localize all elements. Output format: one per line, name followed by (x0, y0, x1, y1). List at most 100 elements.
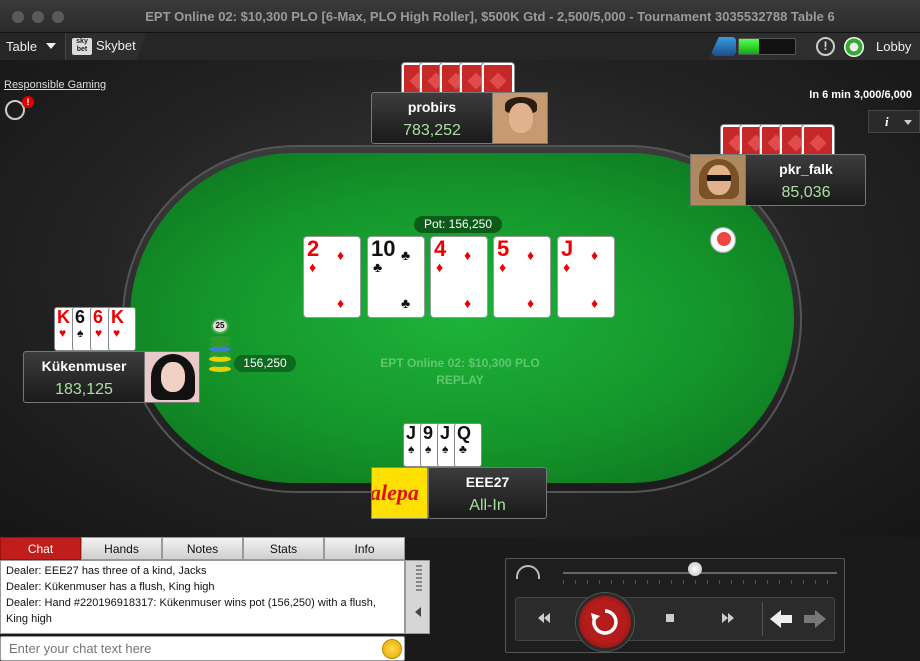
table-toolbar: Table sky bet Skybet ! Lobby (0, 33, 920, 60)
player-stack: 783,252 (403, 122, 461, 139)
board-card: 10 ♣ ♣ ♣ (367, 236, 425, 318)
card-rank: 2 (307, 236, 320, 261)
chat-message: Dealer: Hand #220196918317: Kükenmuser w… (6, 597, 376, 625)
card-rank: K (111, 307, 124, 327)
card-rank: J (440, 423, 451, 443)
replay-controls (505, 558, 845, 653)
board-card: 5 ♦ ♦ ♦ (493, 236, 551, 318)
card-pip: ♦ (337, 295, 345, 311)
chevron-down-icon (46, 43, 56, 49)
card-pip: ♦ (337, 247, 345, 263)
lobby-button[interactable]: Lobby (876, 39, 911, 54)
card-suit: ♠ (408, 442, 415, 456)
player-name: pkr_falk (779, 161, 833, 177)
window-titlebar: EPT Online 02: $10,300 PLO [6-Max, PLO H… (0, 0, 920, 33)
table-info-button[interactable]: i (868, 110, 920, 133)
seat-pkr-falk[interactable]: pkr_falk 85,036 (690, 154, 866, 206)
card-pip: ♦ (591, 295, 599, 311)
tab-info[interactable]: Info (324, 537, 405, 560)
info-icon: i (885, 114, 889, 129)
chat-input[interactable] (0, 636, 405, 661)
restart-icon (591, 609, 618, 635)
blind-level-info: In 6 min 3,000/6,000 (809, 89, 912, 101)
next-hand-button[interactable] (802, 598, 832, 640)
card-suit: ♥ (113, 326, 121, 340)
card-rank: 4 (434, 236, 447, 261)
chat-panel: Chat Hands Notes Stats Info Dealer: EEE27 ha… (0, 537, 430, 661)
card-pip: ♦ (527, 295, 535, 311)
watermark-subtitle: REPLAY (436, 373, 484, 387)
seat-info: Kükenmuser 183,125 (24, 352, 144, 402)
card-rank: 6 (75, 307, 86, 327)
pot-amount: Pot: 156,250 (414, 216, 502, 233)
rewind-icon (538, 613, 550, 623)
chat-message: Dealer: Kükenmuser has a flush, King hig… (6, 581, 215, 593)
notification-badge: ! (22, 96, 34, 108)
sunglasses-icon (707, 175, 731, 181)
responsible-gaming-link[interactable]: Responsible Gaming (4, 79, 106, 91)
seat-info: probirs 783,252 (372, 93, 492, 143)
card-pip: ♣ (401, 295, 411, 311)
divider (762, 602, 763, 636)
card-rank: 6 (93, 307, 104, 327)
tab-chat[interactable]: Chat (0, 537, 81, 560)
time-bank-fill (739, 39, 759, 54)
chip-denomination: 25 (211, 318, 229, 334)
card-rank: K (57, 307, 70, 327)
minimize-window-button[interactable] (32, 11, 44, 23)
card-rank: 5 (497, 236, 510, 261)
card-suit: ♦ (499, 259, 507, 275)
stop-icon (666, 614, 674, 622)
card-suit: ♠ (77, 326, 84, 340)
hole-card: Q ♣ (454, 423, 482, 467)
rewind-button[interactable] (520, 598, 570, 640)
chat-tabs: Chat Hands Notes Stats Info (0, 537, 405, 560)
close-window-button[interactable] (12, 11, 24, 23)
sponsor-logo: alepa (371, 467, 428, 519)
table-watermark: EPT Online 02: $10,300 PLO REPLAY (360, 355, 560, 389)
player-stack: 85,036 (781, 184, 831, 201)
stop-button[interactable] (646, 598, 696, 640)
replay-restart-button[interactable] (576, 593, 634, 651)
tab-notes[interactable]: Notes (162, 537, 243, 560)
card-pip: ♦ (591, 247, 599, 263)
replay-slider-ticks (563, 580, 837, 584)
table-menu-label: Table (6, 39, 38, 54)
bet-chip-stack: 25 (209, 318, 231, 372)
avatar (492, 92, 548, 144)
chips-icon[interactable] (844, 37, 864, 57)
skybet-button[interactable]: sky bet Skybet (66, 33, 146, 60)
previous-hand-button[interactable] (768, 598, 798, 640)
arrow-right-icon (804, 610, 826, 628)
player-name: probirs (407, 99, 457, 115)
card-suit: ♥ (95, 326, 103, 340)
card-pip: ♣ (401, 247, 411, 263)
card-suit: ♦ (309, 259, 317, 275)
collapse-arrow-icon[interactable] (415, 607, 421, 617)
card-rank: Q (457, 423, 472, 443)
chat-scrollbar[interactable] (405, 560, 430, 634)
board-card: 4 ♦ ♦ ♦ (430, 236, 488, 318)
hole-card: K ♥ (108, 307, 136, 351)
bet-amount: 156,250 (234, 355, 296, 372)
seat-kukenmuser[interactable]: Kükenmuser 183,125 (23, 351, 200, 403)
emoji-icon[interactable] (382, 639, 402, 659)
maximize-window-button[interactable] (52, 11, 64, 23)
seat-probirs[interactable]: probirs 783,252 (371, 92, 548, 144)
window-title: EPT Online 02: $10,300 PLO [6-Max, PLO H… (145, 9, 835, 24)
alert-icon[interactable]: ! (816, 37, 835, 56)
avatar (144, 351, 200, 403)
scroll-grip[interactable] (416, 565, 422, 591)
player-stack: 183,125 (55, 381, 113, 398)
fast-forward-button[interactable] (704, 598, 754, 640)
table-menu-button[interactable]: Table (0, 33, 66, 60)
sponsor-logo-text: alepa (371, 480, 419, 505)
tab-stats[interactable]: Stats (243, 537, 324, 560)
replay-slider-handle[interactable] (687, 562, 702, 576)
seat-eee27[interactable]: EEE27 All-In (428, 467, 547, 519)
speed-gauge-icon[interactable] (516, 565, 540, 579)
tab-hands[interactable]: Hands (81, 537, 162, 560)
card-suit: ♥ (59, 326, 67, 340)
chat-log[interactable]: Dealer: EEE27 has three of a kind, Jacks… (0, 560, 405, 634)
card-suit: ♠ (425, 442, 432, 456)
